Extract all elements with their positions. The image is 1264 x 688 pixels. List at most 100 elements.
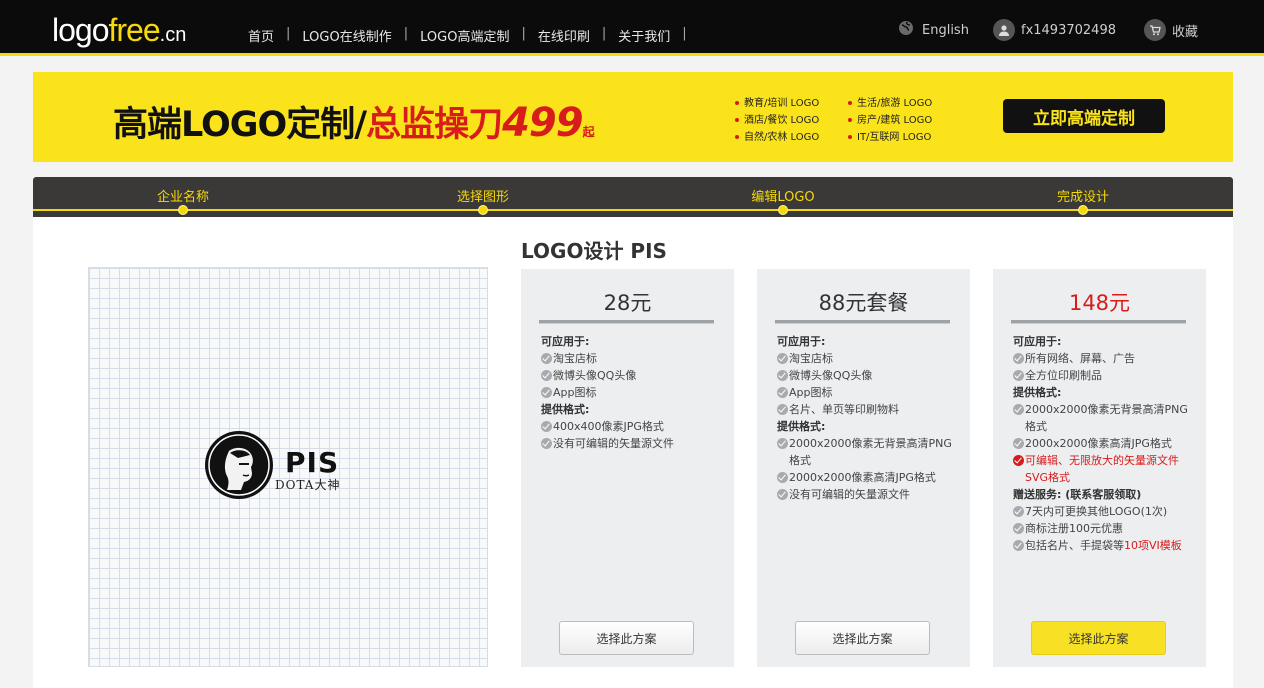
- list-item-text: 2000x2000像素无背景高清PNG格式: [789, 437, 952, 467]
- username: fx1493702498: [1021, 22, 1116, 38]
- user-account[interactable]: fx1493702498: [993, 17, 1116, 43]
- main-panel: 企业名称 选择图形 编辑LOGO 完成设计 LOGO设计 PIS PIS DOT…: [33, 177, 1233, 688]
- banner-category: IT/互联网 LOGO: [848, 128, 931, 143]
- list-item-text: 所有网络、屏幕、广告: [1025, 352, 1135, 365]
- list-item-text: 淘宝店标: [553, 352, 597, 365]
- logo-suffix: .cn: [159, 24, 187, 46]
- list-item: 商标注册100元优惠: [1013, 520, 1191, 537]
- check-icon: [1013, 370, 1024, 381]
- select-plan-button[interactable]: 选择此方案: [795, 621, 930, 655]
- plan-details: 可应用于: 淘宝店标 微博头像QQ头像 App图标 名片、单页等印刷物料 提供格…: [777, 333, 955, 503]
- uses-heading: 可应用于:: [1013, 335, 1062, 348]
- step-company-name[interactable]: 企业名称: [157, 186, 209, 205]
- check-icon: [541, 421, 552, 432]
- banner-title-highlight: 总监操刀: [366, 105, 503, 145]
- uses-heading: 可应用于:: [541, 335, 590, 348]
- check-icon: [777, 438, 788, 449]
- banner-category: 生活/旅游 LOGO: [848, 94, 932, 109]
- banner-title: 高端LOGO定制/总监操刀499起: [113, 96, 595, 147]
- progress-line: [33, 209, 1233, 211]
- language-link[interactable]: English: [898, 17, 969, 43]
- globe-icon: [898, 20, 914, 40]
- select-plan-button[interactable]: 选择此方案: [1031, 621, 1166, 655]
- divider: [1011, 320, 1186, 324]
- step-choose-graphic[interactable]: 选择图形: [457, 186, 509, 205]
- list-item: 2000x2000像素高清JPG格式: [777, 469, 955, 486]
- banner-price-suffix: 起: [582, 125, 595, 139]
- list-item: App图标: [541, 384, 719, 401]
- nav-separator: |: [682, 26, 687, 41]
- nav-logo-online[interactable]: LOGO在线制作: [290, 26, 403, 45]
- formats-heading: 提供格式:: [541, 403, 590, 416]
- list-item: 微博头像QQ头像: [541, 367, 719, 384]
- gift-heading: 赠送服务: (联系客服领取): [1013, 488, 1142, 501]
- list-item-text: 没有可编辑的矢量源文件: [789, 488, 910, 501]
- check-icon: [777, 472, 788, 483]
- list-item-text: 包括名片、手提袋等: [1025, 539, 1124, 552]
- custom-design-button[interactable]: 立即高端定制: [1003, 99, 1165, 133]
- list-item-text: 400x400像素JPG格式: [553, 420, 664, 433]
- list-item: 名片、单页等印刷物料: [777, 401, 955, 418]
- cart-icon: [1144, 19, 1166, 41]
- list-item-text: 淘宝店标: [789, 352, 833, 365]
- banner-category: 房产/建筑 LOGO: [848, 111, 932, 126]
- plan-details: 可应用于: 所有网络、屏幕、广告 全方位印刷制品 提供格式: 2000x2000…: [1013, 333, 1191, 554]
- check-icon: [1013, 506, 1024, 517]
- formats-heading: 提供格式:: [1013, 386, 1062, 399]
- favorites-link[interactable]: 收藏: [1144, 17, 1198, 43]
- banner-title-main: 高端LOGO定制/: [113, 105, 367, 145]
- logo-text-accent: free: [108, 12, 161, 48]
- divider: [539, 320, 714, 324]
- list-item-text: 可编辑、无限放大的矢量源文件SVG格式: [1025, 454, 1179, 484]
- list-item: 微博头像QQ头像: [777, 367, 955, 384]
- user-icon: [993, 19, 1015, 41]
- progress-steps: 企业名称 选择图形 编辑LOGO 完成设计: [33, 177, 1233, 217]
- promo-banner[interactable]: 高端LOGO定制/总监操刀499起 教育/培训 LOGO 酒店/餐饮 LOGO …: [33, 72, 1233, 162]
- divider: [775, 320, 950, 324]
- list-item: 没有可编辑的矢量源文件: [777, 486, 955, 503]
- page-title: LOGO设计 PIS: [521, 239, 667, 263]
- nav-logo-custom[interactable]: LOGO高端定制: [408, 26, 521, 45]
- list-item: 2000x2000像素无背景高清PNG格式: [1013, 401, 1191, 435]
- uses-heading: 可应用于:: [777, 335, 826, 348]
- site-logo[interactable]: logofree.cn: [52, 12, 186, 53]
- list-item-text: App图标: [553, 386, 597, 399]
- check-icon: [777, 404, 788, 415]
- list-item: 2000x2000像素高清JPG格式: [1013, 435, 1191, 452]
- step-finish[interactable]: 完成设计: [1057, 186, 1109, 205]
- list-item: 400x400像素JPG格式: [541, 418, 719, 435]
- list-item-text: 微博头像QQ头像: [789, 369, 873, 382]
- formats-heading: 提供格式:: [777, 420, 826, 433]
- check-icon: [1013, 438, 1024, 449]
- language-label: English: [922, 22, 969, 38]
- check-icon: [1013, 540, 1024, 551]
- list-item: 7天内可更换其他LOGO(1次): [1013, 503, 1191, 520]
- logo-subtitle: DOTA大神: [275, 478, 341, 492]
- plan-card-basic: 28元 可应用于: 淘宝店标 微博头像QQ头像 App图标 提供格式: 400x…: [521, 269, 734, 667]
- plan-price: 28元: [603, 291, 652, 315]
- check-icon: [541, 438, 552, 449]
- plan-card-premium: 148元 可应用于: 所有网络、屏幕、广告 全方位印刷制品 提供格式: 2000…: [993, 269, 1206, 667]
- check-icon: [777, 489, 788, 500]
- list-item-highlight: 可编辑、无限放大的矢量源文件SVG格式: [1013, 452, 1191, 486]
- list-item-text: 微博头像QQ头像: [553, 369, 637, 382]
- list-item: 所有网络、屏幕、广告: [1013, 350, 1191, 367]
- step-edit-logo[interactable]: 编辑LOGO: [751, 186, 814, 205]
- plan-price: 148元: [1068, 291, 1131, 315]
- logo-name: PIS: [285, 446, 340, 479]
- list-item: 全方位印刷制品: [1013, 367, 1191, 384]
- nav-about[interactable]: 关于我们: [606, 26, 682, 45]
- list-item-text: 名片、单页等印刷物料: [789, 403, 899, 416]
- favorites-label: 收藏: [1172, 24, 1199, 40]
- banner-price: 499: [502, 100, 583, 146]
- check-icon: [777, 353, 788, 364]
- select-plan-button[interactable]: 选择此方案: [559, 621, 694, 655]
- nav-printing[interactable]: 在线印刷: [526, 26, 602, 45]
- nav-home[interactable]: 首页: [236, 26, 286, 45]
- check-icon: [777, 387, 788, 398]
- banner-category: 教育/培训 LOGO: [735, 94, 819, 109]
- list-item-text: 2000x2000像素无背景高清PNG格式: [1025, 403, 1188, 433]
- list-item-highlight-text: 10项VI模板: [1124, 539, 1182, 552]
- list-item-text: 全方位印刷制品: [1025, 369, 1102, 382]
- list-item: 包括名片、手提袋等10项VI模板: [1013, 537, 1191, 554]
